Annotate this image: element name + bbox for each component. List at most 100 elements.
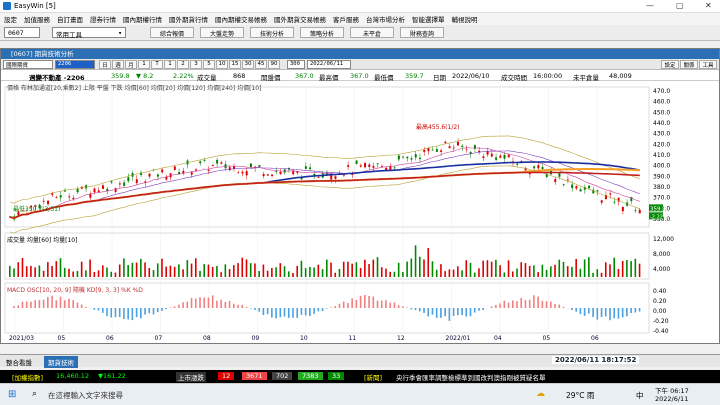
toolbar-button-3[interactable]: 策略分析 bbox=[300, 27, 344, 38]
tab-integrated[interactable]: 整合看盤 bbox=[6, 357, 32, 367]
macd-bar bbox=[279, 308, 282, 318]
menu-item-9[interactable]: 台灣市場分析 bbox=[366, 14, 405, 24]
chart-right-button-0[interactable]: 設定 bbox=[661, 60, 679, 69]
period-button-10[interactable]: 15 bbox=[229, 60, 241, 69]
menu-item-0[interactable]: 設定 bbox=[4, 14, 17, 24]
volume-bar bbox=[140, 258, 142, 277]
toolbar-button-2[interactable]: 技術分析 bbox=[250, 27, 294, 38]
period-button-1[interactable]: 週 bbox=[112, 60, 124, 69]
symbol-input[interactable]: 0607 bbox=[4, 27, 40, 38]
macd-bar bbox=[444, 308, 446, 317]
tool-select[interactable]: 常用工具 ▾ bbox=[52, 27, 126, 39]
period-button-2[interactable]: 月 bbox=[125, 60, 137, 69]
toolbar-button-0[interactable]: 綜合報價 bbox=[150, 27, 194, 38]
volume-bar bbox=[342, 261, 345, 277]
period-button-11[interactable]: 30 bbox=[242, 60, 254, 69]
macd-bar bbox=[241, 304, 244, 308]
period-button-5[interactable]: 1 bbox=[164, 60, 176, 69]
volume-bar bbox=[304, 268, 307, 277]
macd-axis-label: 0.40 bbox=[653, 288, 667, 295]
macd-bar bbox=[372, 296, 375, 308]
x-axis-label: 2021/03 bbox=[9, 335, 34, 342]
code-select[interactable]: 2206 bbox=[55, 60, 95, 69]
macd-bar bbox=[233, 303, 235, 308]
date-input[interactable]: 2022/06/11 bbox=[307, 60, 351, 69]
volume-bar bbox=[21, 257, 24, 277]
menu-item-10[interactable]: 智能選擇單 bbox=[412, 14, 445, 24]
menu-item-4[interactable]: 國內期權行情 bbox=[123, 14, 162, 24]
chart-right-button-2[interactable]: 工具 bbox=[699, 60, 717, 69]
chart-right-button-1[interactable]: 關係 bbox=[680, 60, 698, 69]
period-button-4[interactable]: T bbox=[151, 60, 163, 69]
menu-item-5[interactable]: 國外期貨行情 bbox=[169, 14, 208, 24]
period-button-3[interactable]: 1 bbox=[138, 60, 150, 69]
candle-body bbox=[490, 153, 493, 157]
macd-bar bbox=[135, 308, 138, 318]
candle-body bbox=[237, 172, 240, 174]
volume-bar bbox=[550, 266, 552, 277]
volume-bar bbox=[38, 265, 41, 277]
macd-bar bbox=[152, 308, 155, 315]
price-chart[interactable]: 470.0 460.0 450.0 440.0 430.0 420.0 410.0 400.0… bbox=[1, 81, 719, 343]
windows-start-icon[interactable]: ⊞ bbox=[8, 389, 16, 400]
candle-body bbox=[258, 165, 261, 167]
toolbar-button-4[interactable]: 未平倉 bbox=[350, 27, 394, 38]
volume-bar bbox=[583, 259, 586, 277]
volume-bar bbox=[495, 259, 497, 277]
period-button-6[interactable]: 2 bbox=[177, 60, 189, 69]
macd-bar bbox=[309, 308, 311, 316]
menu-item-11[interactable]: 輔視說明 bbox=[452, 14, 478, 24]
close-icon[interactable]: ✕ bbox=[705, 1, 712, 10]
period-button-13[interactable]: 90 bbox=[268, 60, 280, 69]
period-button-9[interactable]: 10 bbox=[216, 60, 228, 69]
candle-body bbox=[364, 163, 367, 168]
macd-bar bbox=[397, 305, 400, 308]
minimize-icon[interactable]: — bbox=[646, 1, 654, 10]
volume-bar bbox=[165, 266, 167, 277]
maximize-icon[interactable]: ▢ bbox=[676, 1, 684, 10]
menu-item-7[interactable]: 國外期貨交易帳務 bbox=[274, 14, 326, 24]
taskbar-search-input[interactable]: 在這裡輸入文字來搜尋 bbox=[48, 390, 123, 401]
candle-body bbox=[309, 167, 312, 170]
input-lang[interactable]: 中 bbox=[636, 390, 644, 401]
period-button-12[interactable]: 45 bbox=[255, 60, 267, 69]
x-axis-label: 05 bbox=[58, 335, 66, 342]
candle-body bbox=[418, 157, 421, 159]
toolbar-button-5[interactable]: 財務查詢 bbox=[400, 27, 444, 38]
candle-body bbox=[355, 160, 358, 164]
macd-bar bbox=[275, 308, 277, 319]
news-ticker[interactable]: 央行季會匯率調整檢標準到國改判澳指剛被質疑名單 bbox=[396, 372, 546, 382]
price-change: ▼ 8.2 bbox=[136, 72, 154, 80]
product-select[interactable]: 國際期貨 bbox=[3, 60, 53, 69]
candle-body bbox=[93, 188, 96, 193]
count-input[interactable]: 300 bbox=[287, 60, 305, 69]
period-button-0[interactable]: 日 bbox=[99, 60, 111, 69]
menu-item-2[interactable]: 自訂畫面 bbox=[57, 14, 83, 24]
tab-futures-tech[interactable]: 期貨技術 bbox=[44, 356, 78, 368]
macd-bar bbox=[592, 308, 594, 318]
macd-bar bbox=[351, 298, 353, 308]
candle-body bbox=[617, 197, 620, 202]
menu-item-1[interactable]: 加值服務 bbox=[24, 14, 50, 24]
macd-bar bbox=[368, 295, 370, 308]
menu-item-8[interactable]: 客戶服務 bbox=[333, 14, 359, 24]
x-axis-label: 07 bbox=[155, 335, 163, 342]
macd-legend: MACD OSC[10, 20, 9] 隨機 KD[9, 3, 3] %K %D bbox=[7, 287, 143, 294]
toolbar-button-1[interactable]: 大盤走勢 bbox=[200, 27, 244, 38]
limit-down-count: 33 bbox=[328, 372, 345, 380]
macd-bar bbox=[148, 308, 151, 314]
macd-bar bbox=[266, 308, 269, 315]
volume-bar bbox=[300, 260, 303, 277]
macd-bar bbox=[583, 308, 586, 316]
volume-bar bbox=[275, 267, 277, 277]
period-button-7[interactable]: 3 bbox=[190, 60, 202, 69]
volume-bar bbox=[271, 268, 273, 277]
candle-body bbox=[554, 179, 557, 183]
menu-item-6[interactable]: 國內期權交易帳務 bbox=[215, 14, 267, 24]
candle-body bbox=[448, 146, 451, 149]
menu-item-3[interactable]: 證券行情 bbox=[90, 14, 116, 24]
macd-bar bbox=[617, 308, 620, 319]
volume-bar bbox=[283, 266, 286, 277]
macd-bar bbox=[338, 303, 341, 308]
period-button-8[interactable]: 5 bbox=[203, 60, 215, 69]
